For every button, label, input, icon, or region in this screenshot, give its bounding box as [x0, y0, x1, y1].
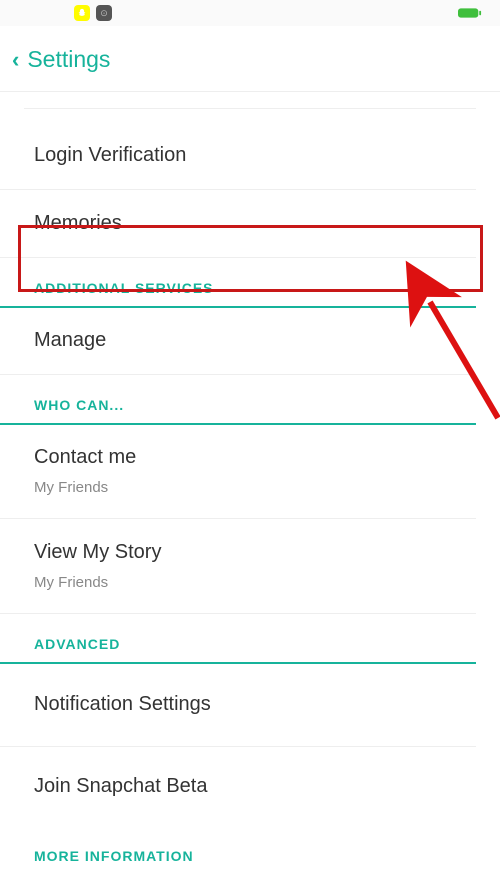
screen-record-icon: ⊙: [96, 5, 112, 21]
row-view-my-story[interactable]: View My Story My Friends: [0, 519, 476, 614]
section-advanced: ADVANCED: [0, 614, 476, 664]
row-contact-me[interactable]: Contact me My Friends: [0, 424, 476, 519]
spacer: [24, 108, 476, 122]
page-title: Settings: [27, 46, 110, 73]
row-label: Manage: [34, 329, 446, 352]
row-sub: My Friends: [34, 574, 446, 591]
row-label: Notification Settings: [34, 693, 446, 716]
status-bar: ⊙: [0, 0, 500, 26]
settings-list: Login Verification Memories ADDITIONAL S…: [0, 92, 500, 874]
nav-bar: ‹ Settings: [0, 26, 500, 92]
section-who-can: WHO CAN...: [0, 375, 476, 425]
row-sub: My Friends: [34, 479, 446, 496]
section-more-information: MORE INFORMATION: [0, 826, 476, 874]
row-label: Join Snapchat Beta: [34, 775, 446, 798]
row-label: View My Story: [34, 541, 446, 564]
snapchat-icon: [74, 5, 90, 21]
back-icon[interactable]: ‹: [12, 49, 19, 71]
row-memories[interactable]: Memories: [0, 190, 476, 258]
status-icons: ⊙: [74, 5, 112, 21]
row-label: Contact me: [34, 446, 446, 469]
row-manage[interactable]: Manage: [0, 307, 476, 375]
row-login-verification[interactable]: Login Verification: [0, 122, 476, 190]
row-join-beta[interactable]: Join Snapchat Beta: [0, 747, 476, 826]
row-label: Login Verification: [34, 144, 446, 167]
section-additional-services: ADDITIONAL SERVICES: [0, 258, 476, 308]
battery-icon: [458, 7, 482, 19]
row-notification-settings[interactable]: Notification Settings: [0, 663, 476, 747]
row-label: Memories: [34, 212, 446, 235]
